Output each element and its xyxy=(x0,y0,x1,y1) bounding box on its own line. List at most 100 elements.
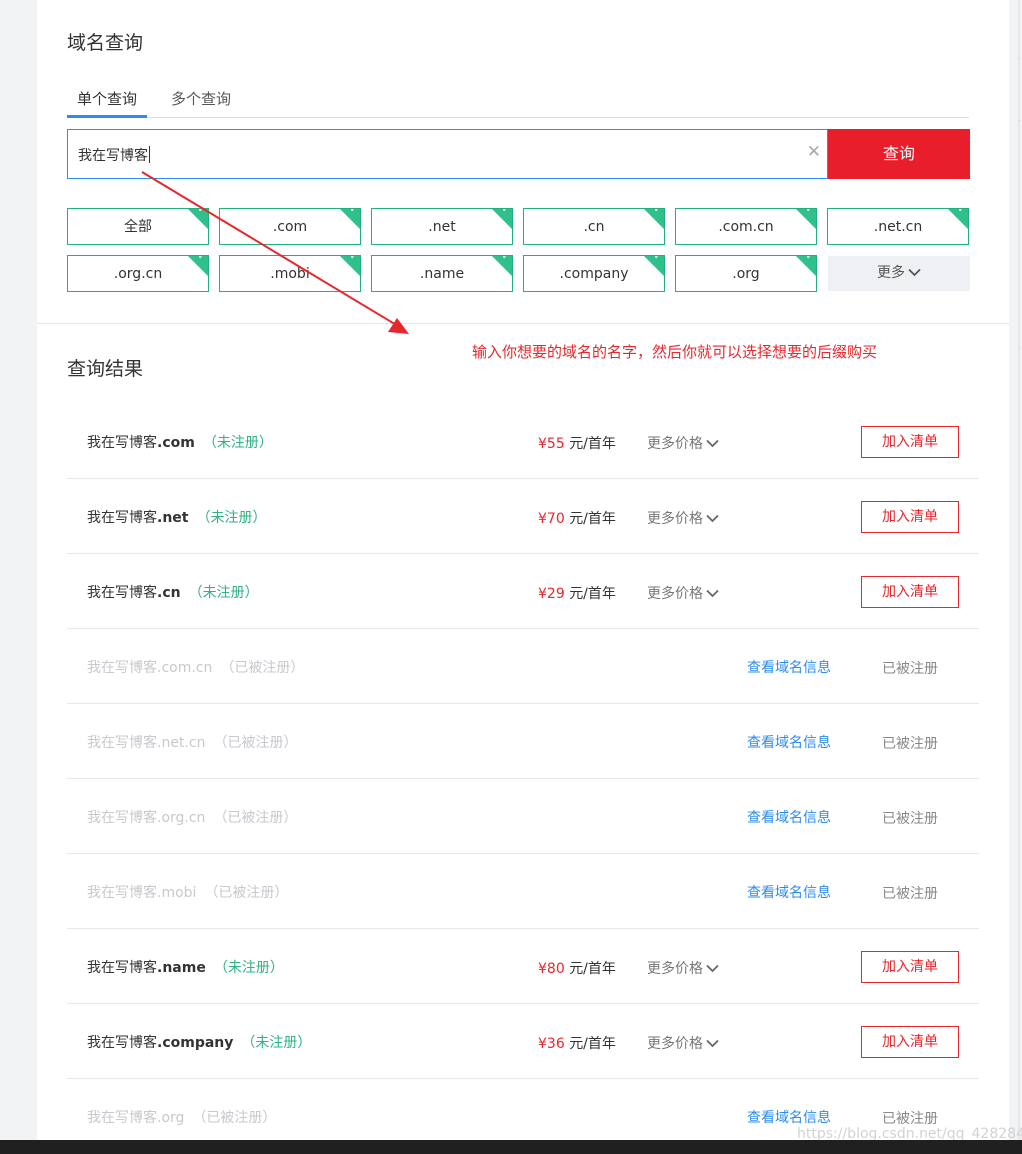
check-icon: ✓ xyxy=(350,208,358,219)
more-prices-label: 更多价格 xyxy=(647,1036,703,1052)
more-prices-label: 更多价格 xyxy=(647,436,703,452)
search-input[interactable]: 我在写博客 ✕ xyxy=(67,129,828,179)
suffix-chip-label: .com xyxy=(273,219,307,235)
domain-name: 我在写博客 xyxy=(87,960,157,976)
chevron-down-icon xyxy=(706,1036,719,1052)
domain-suffix: .mobi xyxy=(157,885,196,901)
page-edge xyxy=(1010,0,1022,1154)
suffix-chip-label: 全部 xyxy=(124,219,152,235)
check-icon: ✓ xyxy=(958,208,966,219)
domain-suffix: .org.cn xyxy=(157,810,205,826)
price-amount: ¥80 xyxy=(538,961,565,977)
more-suffixes-button[interactable]: 更多 xyxy=(828,256,970,291)
suffix-chip[interactable]: .com ✓ xyxy=(219,208,361,245)
result-list: 我在写博客.com（未注册）¥55 元/首年更多价格加入清单我在写博客.net（… xyxy=(67,404,979,1154)
suffix-chip[interactable]: .name✓ xyxy=(371,255,513,292)
more-prices-toggle[interactable]: 更多价格 xyxy=(647,1033,719,1053)
more-prices-toggle[interactable]: 更多价格 xyxy=(647,583,719,603)
price-amount: ¥29 xyxy=(538,586,565,602)
close-icon[interactable]: ✕ xyxy=(807,142,821,162)
price-amount: ¥36 xyxy=(538,1036,565,1052)
suffix-chip-label: .net xyxy=(428,219,455,235)
result-row: 我在写博客.name（未注册） ¥80 元/首年 更多价格 加入清单 xyxy=(67,929,979,1004)
more-prices-label: 更多价格 xyxy=(647,961,703,977)
search-button[interactable]: 查询 xyxy=(828,129,970,179)
chevron-down-icon xyxy=(706,586,719,602)
more-prices-label: 更多价格 xyxy=(647,586,703,602)
page-title: 域名查询 xyxy=(67,28,143,55)
add-to-list-button[interactable]: 加入清单 xyxy=(861,576,959,608)
domain-name: 我在写博客 xyxy=(87,885,157,901)
domain-name: 我在写博客 xyxy=(87,735,157,751)
result-domain: 我在写博客.name（未注册） xyxy=(87,957,284,977)
domain-name: 我在写博客 xyxy=(87,435,157,451)
suffix-chip[interactable]: .mobi ✓ xyxy=(219,255,361,292)
result-domain: 我在写博客.com.cn（已被注册） xyxy=(87,657,304,677)
domain-suffix: .company xyxy=(157,1035,233,1051)
suffix-chip-label: .cn xyxy=(583,219,604,235)
more-prices-toggle[interactable]: 更多价格 xyxy=(647,433,719,453)
view-domain-info-link[interactable]: 查看域名信息 xyxy=(747,882,831,902)
view-domain-info-link[interactable]: 查看域名信息 xyxy=(747,1107,831,1127)
suffix-chip-label: .com.cn xyxy=(718,219,773,235)
suffix-chip[interactable]: .net ✓ xyxy=(371,208,513,245)
suffix-chip-label: .mobi xyxy=(270,266,309,282)
check-icon: ✓ xyxy=(350,255,358,266)
registration-status: （已被注册） xyxy=(192,1110,276,1126)
view-domain-info-link[interactable]: 查看域名信息 xyxy=(747,807,831,827)
registration-status: （未注册） xyxy=(214,960,284,976)
price-unit: 元/首年 xyxy=(569,511,616,527)
check-icon: ✓ xyxy=(806,255,814,266)
registration-status: （未注册） xyxy=(203,435,273,451)
suffix-chip[interactable]: .company✓ xyxy=(523,255,665,292)
add-to-list-button[interactable]: 加入清单 xyxy=(861,1026,959,1058)
more-prices-toggle[interactable]: 更多价格 xyxy=(647,508,719,528)
result-row: 我在写博客.com.cn（已被注册）查看域名信息已被注册 xyxy=(67,629,979,704)
tab-multi-query[interactable]: 多个查询 xyxy=(161,86,241,118)
search-input-value[interactable]: 我在写博客 xyxy=(78,145,150,165)
add-to-list-button[interactable]: 加入清单 xyxy=(861,951,959,983)
check-icon: ✓ xyxy=(502,208,510,219)
domain-name: 我在写博客 xyxy=(87,810,157,826)
annotation-arrow xyxy=(37,0,1009,400)
price: ¥80 元/首年 xyxy=(538,958,616,978)
domain-name: 我在写博客 xyxy=(87,1110,157,1126)
suffix-chip[interactable]: .org✓ xyxy=(675,255,817,292)
price-unit: 元/首年 xyxy=(569,1036,616,1052)
more-prices-toggle[interactable]: 更多价格 xyxy=(647,958,719,978)
result-domain: 我在写博客.com（未注册） xyxy=(87,432,273,452)
price-unit: 元/首年 xyxy=(569,961,616,977)
price: ¥36 元/首年 xyxy=(538,1033,616,1053)
result-row: 我在写博客.com（未注册） ¥55 元/首年 更多价格 加入清单 xyxy=(67,404,979,479)
suffix-chip[interactable]: .com.cn ✓ xyxy=(675,208,817,245)
check-icon: ✓ xyxy=(806,208,814,219)
view-domain-info-link[interactable]: 查看域名信息 xyxy=(747,732,831,752)
suffix-chip[interactable]: .org.cn✓ xyxy=(67,255,209,292)
text-caret xyxy=(149,146,150,163)
suffix-chip[interactable]: .net.cn✓ xyxy=(827,208,969,245)
registered-label: 已被注册 xyxy=(882,883,938,903)
domain-name: 我在写博客 xyxy=(87,660,157,676)
price: ¥29 元/首年 xyxy=(538,583,616,603)
bottom-bar xyxy=(0,1140,1022,1154)
registration-status: （已被注册） xyxy=(213,810,297,826)
result-domain: 我在写博客.net.cn（已被注册） xyxy=(87,732,297,752)
result-row: 我在写博客.mobi（已被注册） 查看域名信息 已被注册 xyxy=(67,854,979,929)
result-row: 我在写博客.org.cn（已被注册）查看域名信息已被注册 xyxy=(67,779,979,854)
price-unit: 元/首年 xyxy=(569,586,616,602)
tab-single-query[interactable]: 单个查询 xyxy=(67,86,147,118)
suffix-chip[interactable]: .cn✓ xyxy=(523,208,665,245)
section-divider xyxy=(37,323,1009,324)
suffix-chip-label: .org.cn xyxy=(114,266,162,282)
add-to-list-button[interactable]: 加入清单 xyxy=(861,426,959,458)
view-domain-info-link[interactable]: 查看域名信息 xyxy=(747,657,831,677)
result-domain: 我在写博客.cn（未注册） xyxy=(87,582,259,602)
result-domain: 我在写博客.mobi（已被注册） xyxy=(87,882,288,902)
edge-tick xyxy=(1018,120,1020,121)
registration-status: （已被注册） xyxy=(213,735,297,751)
domain-query-panel: 域名查询 单个查询 多个查询 我在写博客 ✕ 查询 全部✓.com✓.net✓.… xyxy=(37,0,1009,1140)
price: ¥55 元/首年 xyxy=(538,433,616,453)
add-to-list-button[interactable]: 加入清单 xyxy=(861,501,959,533)
suffix-chip[interactable]: 全部✓ xyxy=(67,208,209,245)
edge-line xyxy=(1018,0,1020,1154)
